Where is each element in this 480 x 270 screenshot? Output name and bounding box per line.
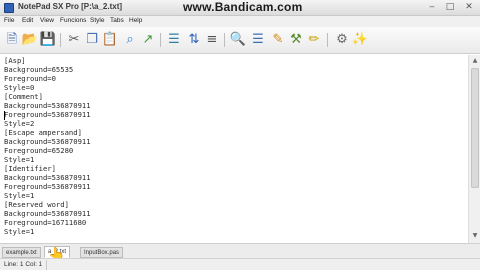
vertical-scrollbar[interactable]: ▲ ▼ <box>468 55 480 243</box>
find-icon[interactable]: ⌕ <box>122 32 138 48</box>
tools-icon[interactable]: ⚒ <box>288 32 304 48</box>
scroll-down-arrow-icon[interactable]: ▼ <box>470 231 480 241</box>
editor-line: Foreground=536870911 <box>4 182 91 191</box>
editor-line: [Reserved word] <box>4 200 69 209</box>
scroll-up-arrow-icon[interactable]: ▲ <box>470 56 480 66</box>
watermark-text: www.Bandicam.com <box>183 0 303 14</box>
scroll-thumb[interactable] <box>471 68 479 188</box>
paste-icon[interactable]: 📋 <box>102 32 118 48</box>
minimize-button[interactable]: ‒ <box>424 1 440 14</box>
editor-line: Foreground=16711680 <box>4 218 87 227</box>
close-button[interactable]: ✕ <box>460 1 478 14</box>
editor-line: Background=536870911 <box>4 101 91 110</box>
text-editor[interactable]: [Asp] Background=65535 Foreground=0 Style=0… <box>0 55 468 243</box>
menu-edit[interactable]: Edit <box>22 17 33 24</box>
document-tab-bar: example.txt a_2.txt InputBox.pas <box>0 243 480 258</box>
editor-line: [Identifier] <box>4 164 56 173</box>
toolbar-separator <box>224 33 225 47</box>
editor-line: Foreground=0 <box>4 74 56 83</box>
editor-line: Style=1 <box>4 191 35 200</box>
new-file-icon[interactable]: 🗎 <box>4 32 20 48</box>
editor-line: Background=536870911 <box>4 173 91 182</box>
menu-view[interactable]: View <box>40 17 54 24</box>
cursor-position: Line: 1 Col: 1 <box>4 261 43 268</box>
editor-line: Style=0 <box>4 83 35 92</box>
editor-line: [Comment] <box>4 92 43 101</box>
list-icon[interactable]: ≡ <box>204 32 220 48</box>
toolbar-separator <box>327 33 328 47</box>
settings-icon[interactable]: ⚙ <box>334 32 350 48</box>
sort-icon[interactable]: ⇅ <box>186 32 202 48</box>
window-title: NotePad SX Pro [P:\a_2.txt] <box>18 2 123 11</box>
text-tool-icon[interactable]: ☰ <box>250 32 266 48</box>
open-folder-icon[interactable]: 📂 <box>22 32 38 48</box>
editor-line: Style=1 <box>4 227 35 236</box>
toolbar: 🗎 📂 💾 ✂ ❐ 📋 ⌕ ↗ ☰ ⇅ ≡ 🔍 ☰ ✎ ⚒ ✏ ⚙ ✨ <box>0 27 480 54</box>
title-bar: NotePad SX Pro [P:\a_2.txt] www.Bandicam… <box>0 0 480 16</box>
save-icon[interactable]: 💾 <box>40 32 56 48</box>
editor-line: Foreground=536870911 <box>4 110 91 119</box>
toolbar-separator <box>60 33 61 47</box>
magic-icon[interactable]: ✨ <box>352 32 368 48</box>
app-icon <box>4 3 14 13</box>
menu-funcions[interactable]: Funcions <box>60 17 86 24</box>
editor-line: Background=536870911 <box>4 137 91 146</box>
tab-example-txt[interactable]: example.txt <box>2 247 41 258</box>
text-caret <box>4 111 5 120</box>
editor-line: Background=65535 <box>4 65 74 74</box>
menu-tabs[interactable]: Tabs <box>110 17 124 24</box>
status-separator <box>46 260 47 270</box>
chart-icon[interactable]: ☰ <box>166 32 182 48</box>
marker-icon[interactable]: ✏ <box>306 32 322 48</box>
editor-line: Style=1 <box>4 155 35 164</box>
replace-icon[interactable]: ↗ <box>140 32 156 48</box>
editor-line: Foreground=65280 <box>4 146 74 155</box>
copy-icon[interactable]: ❐ <box>84 32 100 48</box>
editor-line: [Escape ampersand] <box>4 128 82 137</box>
zoom-icon[interactable]: 🔍 <box>230 32 246 48</box>
toolbar-separator <box>160 33 161 47</box>
editor-line: Style=2 <box>4 119 35 128</box>
menu-bar: File Edit View Funcions Style Tabs Help <box>0 16 480 27</box>
status-bar: Line: 1 Col: 1 <box>0 258 480 270</box>
menu-file[interactable]: File <box>4 17 14 24</box>
menu-style[interactable]: Style <box>90 17 104 24</box>
pen-icon[interactable]: ✎ <box>270 32 286 48</box>
cut-icon[interactable]: ✂ <box>66 32 82 48</box>
editor-line: [Asp] <box>4 56 26 65</box>
maximize-button[interactable]: □ <box>442 1 458 14</box>
editor-line: Background=536870911 <box>4 209 91 218</box>
tab-inputbox-pas[interactable]: InputBox.pas <box>80 247 124 258</box>
menu-help[interactable]: Help <box>129 17 142 24</box>
